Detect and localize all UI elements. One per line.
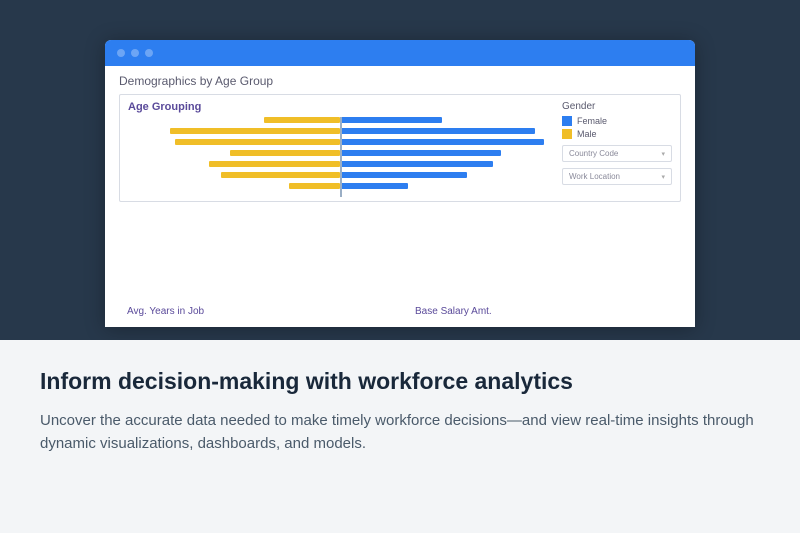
age-grouping-chart <box>128 117 552 197</box>
bar-female <box>340 117 442 123</box>
bar-male <box>209 161 340 167</box>
bar-female <box>340 128 535 134</box>
legend-label: Female <box>577 116 607 126</box>
window-dot-icon <box>117 49 125 57</box>
bar-male <box>175 139 340 145</box>
legend-item-male: Male <box>562 129 672 139</box>
bar-female <box>340 139 544 145</box>
legend-title: Gender <box>562 101 672 112</box>
chevron-down-icon: ▾ <box>661 150 665 158</box>
dashboard-title: Demographics by Age Group <box>119 74 681 88</box>
avg-years-panel: Avg. Years in Job <box>119 212 393 317</box>
filter-label: Country Code <box>569 149 618 158</box>
avg-years-chart <box>119 212 393 302</box>
base-salary-chart <box>407 212 681 302</box>
age-grouping-label: Age Grouping <box>128 101 552 113</box>
age-grouping-panel: Age Grouping Gender Female M <box>119 94 681 202</box>
bar-female <box>340 150 501 156</box>
swatch-icon <box>562 116 572 126</box>
dashboard-window: Demographics by Age Group Age Grouping G… <box>105 40 695 327</box>
window-dot-icon <box>145 49 153 57</box>
filter-label: Work Location <box>569 172 620 181</box>
swatch-icon <box>562 129 572 139</box>
legend-label: Male <box>577 129 597 139</box>
bar-male <box>221 172 340 178</box>
chevron-down-icon: ▾ <box>661 173 665 181</box>
caption-headline: Inform decision-making with workforce an… <box>40 368 760 395</box>
bar-female <box>340 183 408 189</box>
base-salary-panel: Base Salary Amt. <box>407 212 681 317</box>
hero-backdrop: Demographics by Age Group Age Grouping G… <box>0 0 800 340</box>
bar-male <box>264 117 340 123</box>
filter-country-dropdown[interactable]: Country Code ▾ <box>562 145 672 162</box>
filter-location-dropdown[interactable]: Work Location ▾ <box>562 168 672 185</box>
caption-area: Inform decision-making with workforce an… <box>0 340 800 533</box>
window-titlebar <box>105 40 695 66</box>
caption-body: Uncover the accurate data needed to make… <box>40 409 760 456</box>
avg-years-label: Avg. Years in Job <box>119 306 393 317</box>
base-salary-label: Base Salary Amt. <box>407 306 681 317</box>
center-line <box>340 117 342 197</box>
bar-female <box>340 172 467 178</box>
bar-female <box>340 161 493 167</box>
bar-male <box>230 150 340 156</box>
bar-male <box>289 183 340 189</box>
window-dot-icon <box>131 49 139 57</box>
bar-male <box>170 128 340 134</box>
legend-item-female: Female <box>562 116 672 126</box>
